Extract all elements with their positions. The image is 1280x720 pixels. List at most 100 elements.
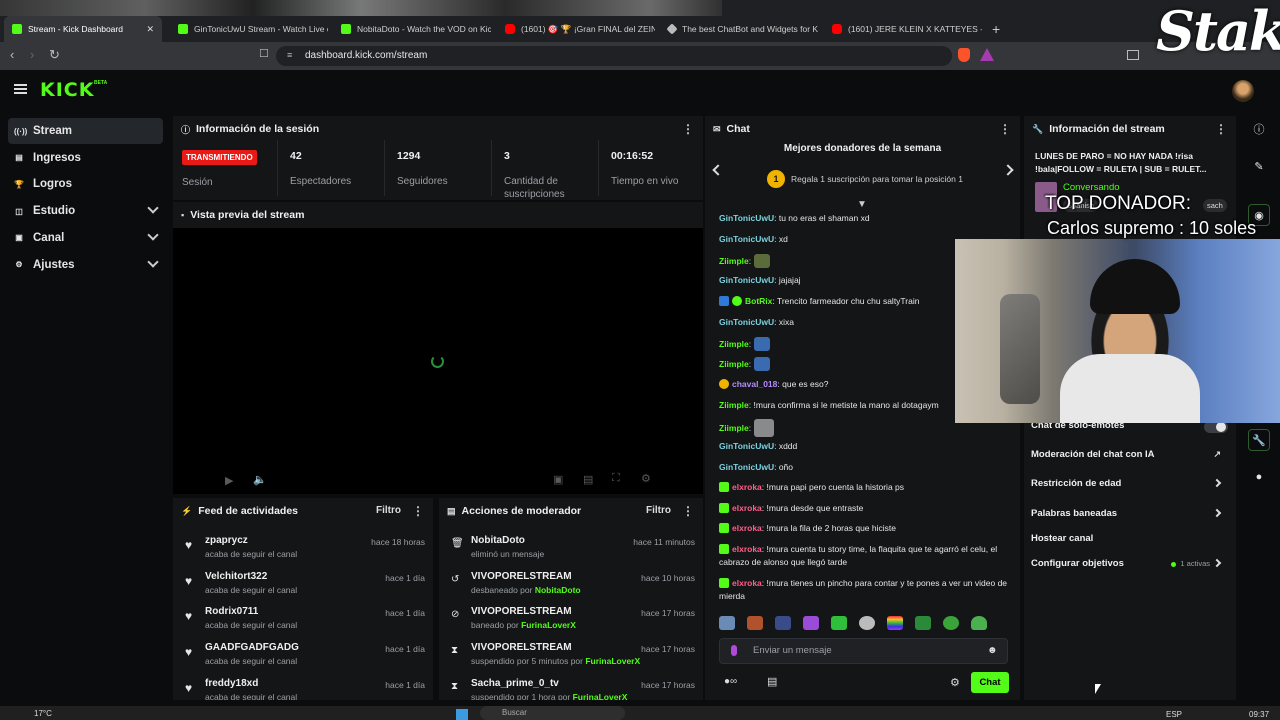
chat-username[interactable]: elxroka — [732, 578, 762, 588]
browser-tab[interactable]: Stream - Kick Dashboard ✕ — [4, 16, 162, 42]
chat-username[interactable]: GinTonicUwU — [719, 317, 774, 327]
chat-username[interactable]: Ziimple — [719, 400, 749, 410]
list-item[interactable]: ♥ Rodrix0711 acaba de seguir el canal hace … — [173, 602, 433, 638]
browser-tab[interactable]: GinTonicUwU Stream - Watch Live on — [170, 16, 328, 42]
more-options-icon[interactable]: ⋮ — [682, 122, 694, 136]
play-icon[interactable]: ▶ — [225, 474, 233, 487]
rewards-icon[interactable] — [980, 48, 994, 61]
more-options-icon[interactable]: ⋮ — [999, 122, 1011, 136]
chat-message[interactable]: elxroka: !mura papi pero cuenta la histo… — [719, 481, 1009, 494]
sidebar-item-estudio[interactable]: ◫ Estudio — [8, 198, 163, 224]
list-item[interactable]: ⧗ Sacha_prime_0_tv suspendido por 1 hora p… — [439, 674, 703, 700]
chat-username[interactable]: Ziimple — [719, 339, 749, 349]
chat-username[interactable]: Ziimple — [719, 256, 749, 266]
list-item[interactable]: 🗑 NobitaDoto eliminó un mensaje hace 11 min… — [439, 531, 703, 567]
setting-configurar-objetivos[interactable]: Configurar objetivos 1 activas — [1031, 558, 1226, 569]
chat-message[interactable]: GinTonicUwU: xddd — [719, 440, 1009, 453]
mic-icon[interactable] — [731, 645, 737, 656]
category-name[interactable]: Conversando — [1063, 182, 1120, 193]
users-icon[interactable]: ● — [1248, 466, 1270, 488]
browser-tab[interactable]: (1601) 🎯 🏆 ¡Gran FINAL del ZEINTE — [497, 16, 655, 42]
setting-restricción-de-edad[interactable]: Restricción de edad — [1031, 478, 1226, 489]
list-item[interactable]: ♥ GAADFGADFGADG acaba de seguir el canal ha… — [173, 638, 433, 674]
chat-input[interactable]: Enviar un mensaje — [719, 638, 1008, 664]
volume-icon[interactable]: 🔈 — [253, 473, 267, 486]
pinned-filter-icon[interactable]: ▼ — [857, 199, 867, 210]
list-item[interactable]: ♥ freddy18xd acaba de seguir el canal hace … — [173, 674, 433, 700]
list-item[interactable]: ⊘ VIVOPORELSTREAM baneado por FurinaLoverX… — [439, 602, 703, 638]
menu-icon[interactable] — [14, 84, 27, 94]
sidebar-item-logros[interactable]: 🏆 Logros — [8, 171, 163, 197]
chat-username[interactable]: elxroka — [732, 482, 762, 492]
send-chat-button[interactable]: Chat — [971, 672, 1009, 693]
chat-message[interactable]: elxroka: !mura la fila de 2 horas que hi… — [719, 522, 1009, 535]
setting-moderación-del-chat-con-ia[interactable]: Moderación del chat con IA ↗ — [1031, 449, 1226, 460]
browser-tab[interactable]: The best ChatBot and Widgets for Ki — [660, 16, 818, 42]
chat-message[interactable]: GinTonicUwU: oño — [719, 461, 1009, 474]
reload-icon[interactable]: ↻ — [49, 47, 60, 63]
sidebar-item-canal[interactable]: ▣ Canal — [8, 225, 163, 251]
settings-gear-icon[interactable]: ⚙ — [641, 472, 651, 485]
more-options-icon[interactable]: ⋮ — [412, 504, 424, 518]
setting-palabras-baneadas[interactable]: Palabras baneadas — [1031, 508, 1226, 519]
chat-username[interactable]: elxroka — [732, 503, 762, 513]
more-options-icon[interactable]: ⋮ — [1215, 122, 1227, 136]
emote[interactable] — [859, 616, 875, 630]
chat-message[interactable]: elxroka: !mura tienes un pincho para con… — [719, 577, 1009, 603]
avatar[interactable] — [1232, 80, 1254, 102]
feed-filter-button[interactable]: Filtro — [376, 505, 401, 516]
emote[interactable] — [915, 616, 931, 630]
chat-username[interactable]: GinTonicUwU — [719, 275, 774, 285]
chat-username[interactable]: GinTonicUwU — [719, 213, 774, 223]
chat-username[interactable]: chaval_018 — [732, 379, 777, 389]
chat-username[interactable]: GinTonicUwU — [719, 462, 774, 472]
sidebar-item-stream[interactable]: ((·)) Stream — [8, 118, 163, 144]
chat-username[interactable]: GinTonicUwU — [719, 441, 774, 451]
url-input[interactable]: dashboard.kick.com/stream — [276, 46, 952, 66]
chat-username[interactable]: BotRix — [745, 296, 772, 306]
info-icon[interactable]: ⓘ — [1248, 119, 1270, 141]
lang-indicator[interactable]: ESP — [1166, 710, 1182, 719]
emote[interactable] — [943, 616, 959, 630]
list-item[interactable]: ♥ zpaprycz acaba de seguir el canal hace 18… — [173, 531, 433, 567]
chat-username[interactable]: elxroka — [732, 544, 762, 554]
chat-settings-icon[interactable]: ⚙ — [950, 676, 960, 689]
emote[interactable] — [887, 616, 903, 630]
close-tab-icon[interactable]: ✕ — [146, 24, 154, 35]
browser-tab[interactable]: (1601) JERE KLEIN X KATTEYES - TOD — [824, 16, 982, 42]
shop-icon[interactable]: ▤ — [767, 675, 777, 688]
site-info-icon[interactable]: ≡ — [287, 50, 292, 60]
windows-start-icon[interactable] — [456, 709, 468, 720]
brave-shield-icon[interactable] — [958, 48, 970, 62]
sidebar-item-ajustes[interactable]: ⚙ Ajustes — [8, 252, 163, 278]
chat-username[interactable]: Ziimple — [719, 359, 749, 369]
more-options-icon[interactable]: ⋮ — [682, 504, 694, 518]
emote[interactable] — [803, 616, 819, 630]
forward-icon[interactable]: › — [30, 47, 34, 62]
emote[interactable] — [747, 616, 763, 630]
sidebar-item-ingresos[interactable]: ▤ Ingresos — [8, 145, 163, 171]
chat-users-icon[interactable]: ●∞ — [724, 676, 737, 687]
chat-username[interactable]: GinTonicUwU — [719, 234, 774, 244]
chat-username[interactable]: Ziimple — [719, 423, 749, 433]
emoji-icon[interactable]: ☻ — [987, 645, 998, 656]
back-icon[interactable]: ‹ — [10, 47, 14, 62]
pip-icon[interactable]: ▣ — [553, 473, 563, 486]
chat-message[interactable]: GinTonicUwU: tu no eras el shaman xd — [719, 212, 1009, 225]
list-item[interactable]: ⧗ VIVOPORELSTREAM suspendido por 5 minutos… — [439, 638, 703, 674]
clock-text[interactable]: 09:37 — [1249, 710, 1269, 719]
emote[interactable] — [971, 616, 987, 630]
edit-icon[interactable]: ✎ — [1248, 156, 1270, 178]
new-tab-button[interactable]: + — [992, 21, 1000, 37]
sidebar-toggle-icon[interactable] — [1127, 50, 1139, 60]
fullscreen-icon[interactable]: ⛶ — [612, 472, 620, 485]
taskbar-search[interactable]: Buscar — [480, 706, 625, 720]
chat-message[interactable]: elxroka: !mura cuenta tu story time, la … — [719, 543, 1009, 569]
emote[interactable] — [719, 616, 735, 630]
wrench-icon[interactable]: 🔧 — [1248, 429, 1270, 451]
chat-message[interactable]: elxroka: !mura desde que entraste — [719, 502, 1009, 515]
list-item[interactable]: ↺ VIVOPORELSTREAM desbaneado por NobitaDot… — [439, 567, 703, 603]
bookmark-icon[interactable]: ☐ — [259, 47, 269, 60]
kick-logo[interactable]: KICK — [40, 79, 94, 101]
list-item[interactable]: ♥ Velchitort322 acaba de seguir el canal ha… — [173, 567, 433, 603]
